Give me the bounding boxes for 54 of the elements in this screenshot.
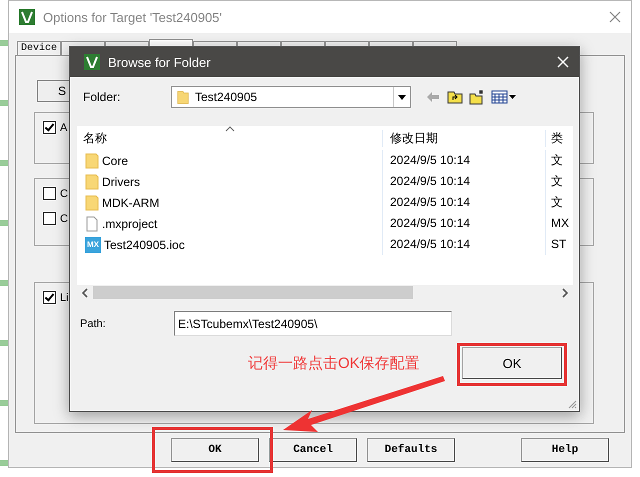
column-header[interactable]: 类 — [545, 130, 573, 146]
view-menu-icon[interactable] — [491, 89, 517, 105]
dialog-button[interactable]: Cancel — [269, 438, 357, 462]
app-icon — [19, 9, 35, 25]
checkbox[interactable] — [43, 187, 56, 200]
scroll-left-icon[interactable] — [82, 288, 88, 298]
resize-grip-icon[interactable] — [567, 399, 577, 409]
folder-up-icon[interactable] — [447, 89, 463, 105]
column-header[interactable]: 名称 — [77, 130, 382, 146]
file-icon — [85, 216, 99, 232]
file-name[interactable]: Test240905.ioc — [104, 238, 185, 252]
date-cell: 2024/9/5 10:14 — [382, 171, 545, 192]
tab[interactable]: Device — [17, 41, 62, 55]
folder-dropdown[interactable]: Test240905 — [171, 86, 411, 108]
file-name[interactable]: Drivers — [102, 174, 140, 188]
dialog-title: Browse for Folder — [108, 54, 212, 70]
new-folder-icon[interactable] — [469, 89, 485, 105]
type-cell: 文 — [545, 150, 573, 171]
sort-caret-icon — [225, 126, 235, 132]
app-icon — [84, 54, 100, 70]
date-cell: 2024/9/5 10:14 — [382, 234, 545, 255]
type-cell: ST — [545, 234, 573, 255]
window-title: Options for Target 'Test240905' — [43, 10, 223, 24]
annotation-text: 记得一路点击OK保存配置 — [248, 354, 421, 372]
ok-button[interactable]: OK — [462, 347, 562, 379]
type-cell: MX — [545, 213, 573, 234]
path-field[interactable]: E:\STcubemx\Test240905\ — [174, 311, 452, 336]
scroll-right-icon[interactable] — [562, 288, 568, 298]
dialog-button[interactable]: Defaults — [367, 438, 455, 462]
checkbox-label: A — [60, 122, 68, 134]
checkbox[interactable] — [43, 121, 56, 134]
folder-icon — [85, 194, 99, 210]
type-cell: 文 — [545, 171, 573, 192]
column-header[interactable]: 修改日期 — [382, 130, 545, 146]
file-name[interactable]: Core — [102, 154, 128, 168]
checkbox[interactable] — [43, 212, 56, 225]
checkbox-label: Li — [60, 292, 69, 304]
date-cell: 2024/9/5 10:14 — [382, 150, 545, 171]
folder-icon — [85, 152, 99, 168]
folder-icon — [85, 174, 99, 190]
dialog-button[interactable]: OK — [171, 438, 259, 462]
dialog-button[interactable]: Help — [521, 438, 609, 462]
date-cell: 2024/9/5 10:14 — [382, 213, 545, 234]
file-type-icon: MX — [85, 236, 101, 252]
checkbox[interactable] — [43, 291, 56, 304]
checkbox-label: C — [60, 188, 68, 200]
file-name[interactable]: .mxproject — [102, 216, 158, 230]
folder-icon — [177, 90, 189, 104]
dropdown-arrow-icon[interactable] — [398, 94, 406, 100]
file-name[interactable]: MDK-ARM — [102, 196, 160, 210]
type-cell: 文 — [545, 192, 573, 213]
checkbox-label: C — [60, 212, 68, 224]
path-label: Path: — [80, 318, 107, 330]
date-cell: 2024/9/5 10:14 — [382, 192, 545, 213]
